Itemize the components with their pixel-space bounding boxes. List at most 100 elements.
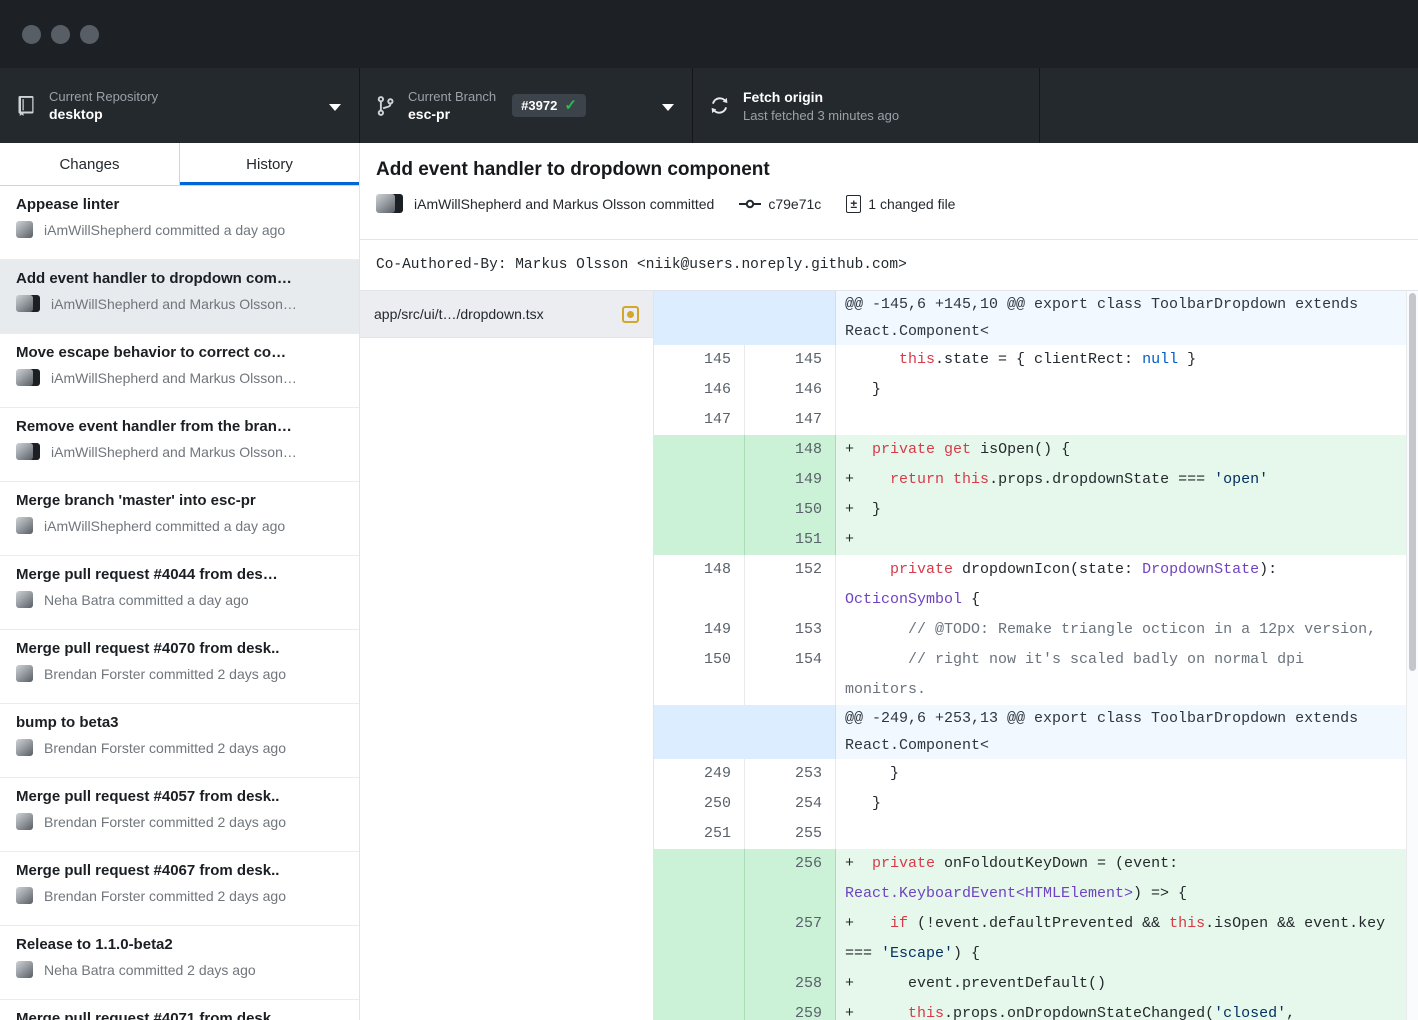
- changed-files-panel: app/src/ui/t…/dropdown.tsx: [360, 291, 654, 1020]
- sync-icon: [709, 95, 730, 116]
- avatar: [16, 295, 42, 313]
- repository-label: Current Repository: [49, 88, 158, 105]
- commit-item-meta: iAmWillShepherd and Markus Olsson…: [16, 369, 343, 387]
- zoom-button[interactable]: [80, 25, 99, 44]
- commit-byline: iAmWillShepherd and Markus Olsson commit…: [414, 196, 714, 212]
- diff-line: 150+ }: [654, 495, 1418, 525]
- commit-list-item[interactable]: Remove event handler from the bran… iAmW…: [0, 408, 359, 482]
- pr-number: #3972: [521, 98, 557, 113]
- commit-list-item[interactable]: bump to beta3 Brendan Forster committed …: [0, 704, 359, 778]
- commit-item-meta: iAmWillShepherd and Markus Olsson…: [16, 295, 343, 313]
- minimize-button[interactable]: [51, 25, 70, 44]
- github-desktop-window: Current Repository desktop Current Branc…: [0, 0, 1418, 1020]
- git-commit-icon: [739, 197, 761, 211]
- diff-area: app/src/ui/t…/dropdown.tsx @@ -145,6 +14…: [360, 291, 1418, 1020]
- commit-item-meta: iAmWillShepherd committed a day ago: [16, 221, 343, 239]
- commit-item-meta-text: iAmWillShepherd and Markus Olsson…: [51, 296, 297, 312]
- diff-line: 150154 // right now it's scaled badly on…: [654, 645, 1418, 705]
- diff-scrollbar-thumb[interactable]: [1409, 293, 1416, 671]
- commit-summary-header: Add event handler to dropdown component …: [360, 143, 1418, 240]
- file-path: app/src/ui/t…/dropdown.tsx: [374, 306, 544, 322]
- diff-lines: @@ -145,6 +145,10 @@ export class Toolba…: [654, 291, 1418, 1020]
- app-toolbar: Current Repository desktop Current Branc…: [0, 68, 1418, 143]
- chevron-down-icon: [329, 104, 341, 111]
- commit-item-meta-text: Brendan Forster committed 2 days ago: [44, 666, 286, 682]
- avatar: [16, 961, 35, 979]
- commit-item-meta: Brendan Forster committed 2 days ago: [16, 887, 343, 905]
- changed-files-group: 1 changed file: [846, 195, 955, 213]
- avatar: [16, 369, 42, 387]
- commit-item-meta: Brendan Forster committed 2 days ago: [16, 739, 343, 757]
- diff-line: 148152 private dropdownIcon(state: Dropd…: [654, 555, 1418, 615]
- window-titlebar: [0, 0, 1418, 68]
- commit-item-title: Remove event handler from the bran…: [16, 418, 343, 435]
- diff-line: 250254 }: [654, 789, 1418, 819]
- diff-line: 251255: [654, 819, 1418, 849]
- avatar: [16, 517, 35, 535]
- fetch-sublabel: Last fetched 3 minutes ago: [743, 107, 899, 124]
- diff-hunk-header: @@ -145,6 +145,10 @@ export class Toolba…: [654, 291, 1418, 345]
- pr-status-badge[interactable]: #3972 ✓: [512, 94, 586, 117]
- close-button[interactable]: [22, 25, 41, 44]
- commit-item-meta-text: iAmWillShepherd committed a day ago: [44, 518, 285, 534]
- file-diff-icon: [846, 195, 861, 213]
- commit-item-title: Release to 1.1.0-beta2: [16, 936, 343, 953]
- diff-line: 249253 }: [654, 759, 1418, 789]
- commit-item-title: Merge pull request #4070 from desk..: [16, 640, 343, 657]
- commit-list-item[interactable]: Merge pull request #4057 from desk.. Bre…: [0, 778, 359, 852]
- diff-line: 258+ event.preventDefault(): [654, 969, 1418, 999]
- commit-item-meta-text: Brendan Forster committed 2 days ago: [44, 888, 286, 904]
- sidebar-tabbar: Changes History: [0, 143, 359, 186]
- diff-line: 149+ return this.props.dropdownState ===…: [654, 465, 1418, 495]
- commit-list-item[interactable]: Merge pull request #4070 from desk.. Bre…: [0, 630, 359, 704]
- commit-item-meta-text: iAmWillShepherd and Markus Olsson…: [51, 370, 297, 386]
- avatar: [376, 194, 404, 214]
- commit-list-item[interactable]: Move escape behavior to correct co… iAmW…: [0, 334, 359, 408]
- changed-files-count: 1 changed file: [868, 196, 955, 212]
- avatar: [16, 443, 42, 461]
- commit-item-meta-text: iAmWillShepherd committed a day ago: [44, 222, 285, 238]
- app-content: Changes History Appease linter iAmWillSh…: [0, 143, 1418, 1020]
- commit-list-item[interactable]: Add event handler to dropdown com… iAmWi…: [0, 260, 359, 334]
- diff-line: 259+ this.props.onDropdownStateChanged('…: [654, 999, 1418, 1020]
- branch-text: Current Branch esc-pr: [408, 88, 496, 124]
- diff-line: 147147: [654, 405, 1418, 435]
- repository-text: Current Repository desktop: [49, 88, 158, 124]
- commit-list-item[interactable]: Appease linter iAmWillShepherd committed…: [0, 186, 359, 260]
- tab-changes[interactable]: Changes: [0, 143, 179, 185]
- fetch-origin-button[interactable]: Fetch origin Last fetched 3 minutes ago: [693, 68, 1040, 143]
- commit-item-title: Merge pull request #4071 from desk..: [16, 1010, 343, 1020]
- diff-line: 256+ private onFoldoutKeyDown = (event: …: [654, 849, 1418, 909]
- commit-list-item[interactable]: Merge pull request #4071 from desk..: [0, 1000, 359, 1020]
- commit-item-title: Merge pull request #4057 from desk..: [16, 788, 343, 805]
- diff-hunk-header: @@ -249,6 +253,13 @@ export class Toolba…: [654, 705, 1418, 759]
- commit-list-item[interactable]: Merge branch 'master' into esc-pr iAmWil…: [0, 482, 359, 556]
- avatar: [16, 591, 35, 609]
- commit-item-title: bump to beta3: [16, 714, 343, 731]
- commit-item-meta-text: Brendan Forster committed 2 days ago: [44, 814, 286, 830]
- commit-item-meta-text: Neha Batra committed 2 days ago: [44, 962, 256, 978]
- commit-item-title: Add event handler to dropdown com…: [16, 270, 343, 287]
- commit-item-title: Appease linter: [16, 196, 343, 213]
- commit-item-meta: iAmWillShepherd and Markus Olsson…: [16, 443, 343, 461]
- commit-detail-panel: Add event handler to dropdown component …: [360, 143, 1418, 1020]
- commit-list-item[interactable]: Merge pull request #4067 from desk.. Bre…: [0, 852, 359, 926]
- current-branch-button[interactable]: Current Branch esc-pr #3972 ✓: [360, 68, 693, 143]
- diff-line: 149153 // @TODO: Remake triangle octicon…: [654, 615, 1418, 645]
- commit-item-meta: Brendan Forster committed 2 days ago: [16, 665, 343, 683]
- current-repository-button[interactable]: Current Repository desktop: [0, 68, 360, 143]
- commit-list-item[interactable]: Release to 1.1.0-beta2 Neha Batra commit…: [0, 926, 359, 1000]
- branch-name: esc-pr: [408, 105, 496, 124]
- diff-line: 146146 }: [654, 375, 1418, 405]
- file-list-item[interactable]: app/src/ui/t…/dropdown.tsx: [360, 291, 653, 338]
- commit-list-item[interactable]: Merge pull request #4044 from des… Neha …: [0, 556, 359, 630]
- commit-sha: c79e71c: [768, 196, 821, 212]
- commit-item-meta: iAmWillShepherd committed a day ago: [16, 517, 343, 535]
- diff-line: 148+ private get isOpen() {: [654, 435, 1418, 465]
- avatar: [16, 887, 35, 905]
- commit-history-list: Appease linter iAmWillShepherd committed…: [0, 186, 359, 1020]
- commit-item-meta: Neha Batra committed 2 days ago: [16, 961, 343, 979]
- diff-line: 257+ if (!event.defaultPrevented && this…: [654, 909, 1418, 969]
- tab-history[interactable]: History: [179, 143, 359, 185]
- commit-item-title: Merge pull request #4067 from desk..: [16, 862, 343, 879]
